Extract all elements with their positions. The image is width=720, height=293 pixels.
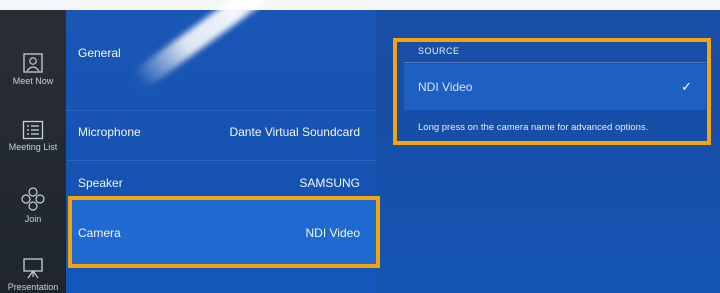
settings-row-value: Dante Virtual Soundcard <box>229 125 360 139</box>
sidebar: Meet Now Meeting List Join Presentation <box>0 10 66 293</box>
camera-row-highlight <box>68 196 380 268</box>
sidebar-item-label: Meeting List <box>8 142 58 152</box>
divider <box>66 160 376 161</box>
settings-row-name: General <box>78 46 121 60</box>
source-panel-highlight <box>393 38 711 145</box>
divider <box>66 110 376 111</box>
sidebar-item-label: Meet Now <box>12 76 54 86</box>
settings-row-value: SAMSUNG <box>299 176 360 190</box>
settings-row-name: Speaker <box>78 176 123 190</box>
sidebar-item-join[interactable]: Join <box>0 186 66 224</box>
sidebar-item-meeting-list[interactable]: Meeting List <box>0 120 66 152</box>
sidebar-item-label: Join <box>24 214 42 224</box>
sidebar-item-label: Presentation <box>7 282 59 292</box>
sidebar-item-meet-now[interactable]: Meet Now <box>0 52 66 86</box>
settings-row-name: Microphone <box>78 125 141 139</box>
sidebar-item-presentation[interactable]: Presentation <box>0 256 66 292</box>
presentation-icon <box>23 258 43 279</box>
list-icon <box>22 120 44 140</box>
join-icon <box>21 187 45 211</box>
person-icon <box>23 53 43 73</box>
